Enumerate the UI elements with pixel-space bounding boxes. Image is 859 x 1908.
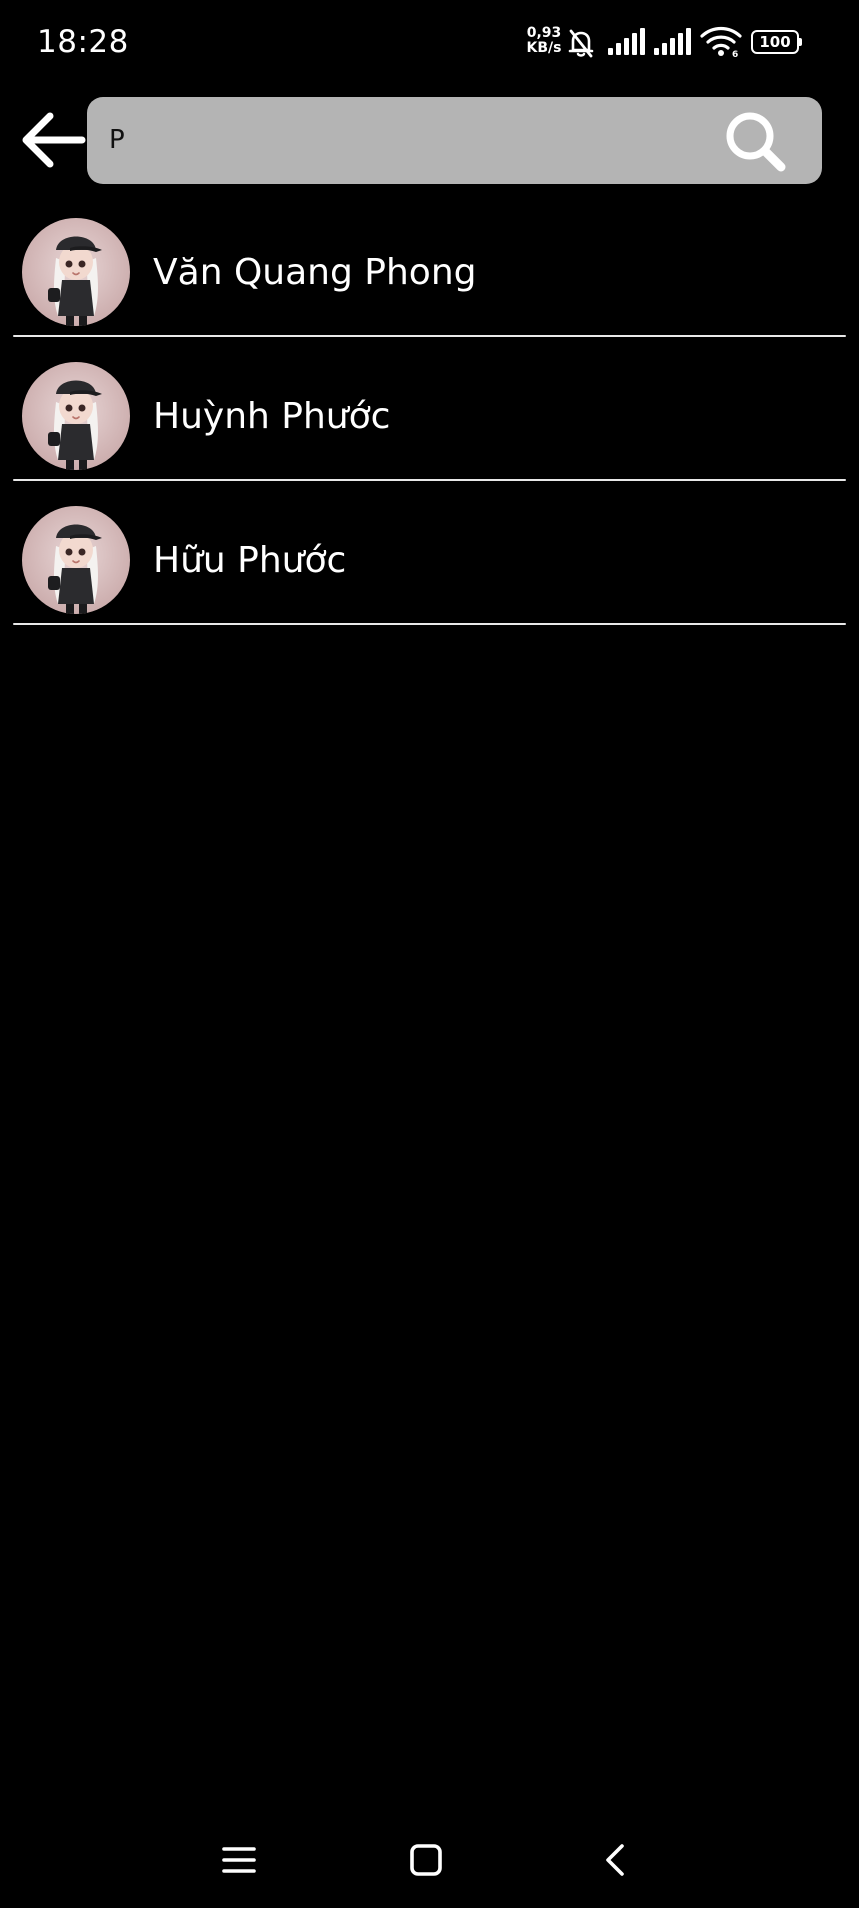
list-item[interactable]: Huỳnh Phước xyxy=(0,355,859,499)
menu-icon xyxy=(222,1847,256,1873)
battery-level: 100 xyxy=(759,33,791,51)
network-speed-value: 0,93 xyxy=(526,25,562,41)
status-time: 18:28 xyxy=(37,24,129,60)
wifi-icon: 6 xyxy=(700,26,742,58)
search-input[interactable] xyxy=(109,115,689,165)
search-bar xyxy=(87,97,822,184)
battery-indicator: 100 xyxy=(751,30,802,54)
status-bar: 18:28 0,93 KB/s 6 100 xyxy=(0,0,859,86)
avatar xyxy=(22,506,130,614)
result-list: Văn Quang Phong Huỳnh Phước Hữu Phước xyxy=(0,211,859,643)
search-button[interactable] xyxy=(717,105,797,177)
divider xyxy=(13,479,846,481)
wifi-label: 6 xyxy=(732,50,738,58)
home-button[interactable] xyxy=(406,1840,446,1884)
magnifier-icon xyxy=(726,112,786,172)
network-speed: 0,93 KB/s xyxy=(522,26,566,56)
chevron-left-icon xyxy=(606,1844,624,1876)
recent-apps-button[interactable] xyxy=(218,1840,260,1884)
contact-name: Hữu Phước xyxy=(153,540,347,581)
contact-name: Huỳnh Phước xyxy=(153,396,391,437)
cell-signal-icon xyxy=(654,28,691,55)
network-speed-unit: KB/s xyxy=(526,40,562,56)
arrow-left-icon xyxy=(22,112,86,168)
avatar xyxy=(22,218,130,326)
contact-name: Văn Quang Phong xyxy=(153,252,477,293)
cell-signal-icon xyxy=(608,28,645,55)
list-item[interactable]: Hữu Phước xyxy=(0,499,859,643)
system-back-button[interactable] xyxy=(596,1840,636,1884)
avatar xyxy=(22,362,130,470)
bell-muted-icon xyxy=(568,29,594,58)
navigation-bar xyxy=(0,1820,859,1908)
list-item[interactable]: Văn Quang Phong xyxy=(0,211,859,355)
home-square-icon xyxy=(410,1844,442,1876)
divider xyxy=(13,335,846,337)
back-button[interactable] xyxy=(20,108,86,174)
divider xyxy=(13,623,846,625)
